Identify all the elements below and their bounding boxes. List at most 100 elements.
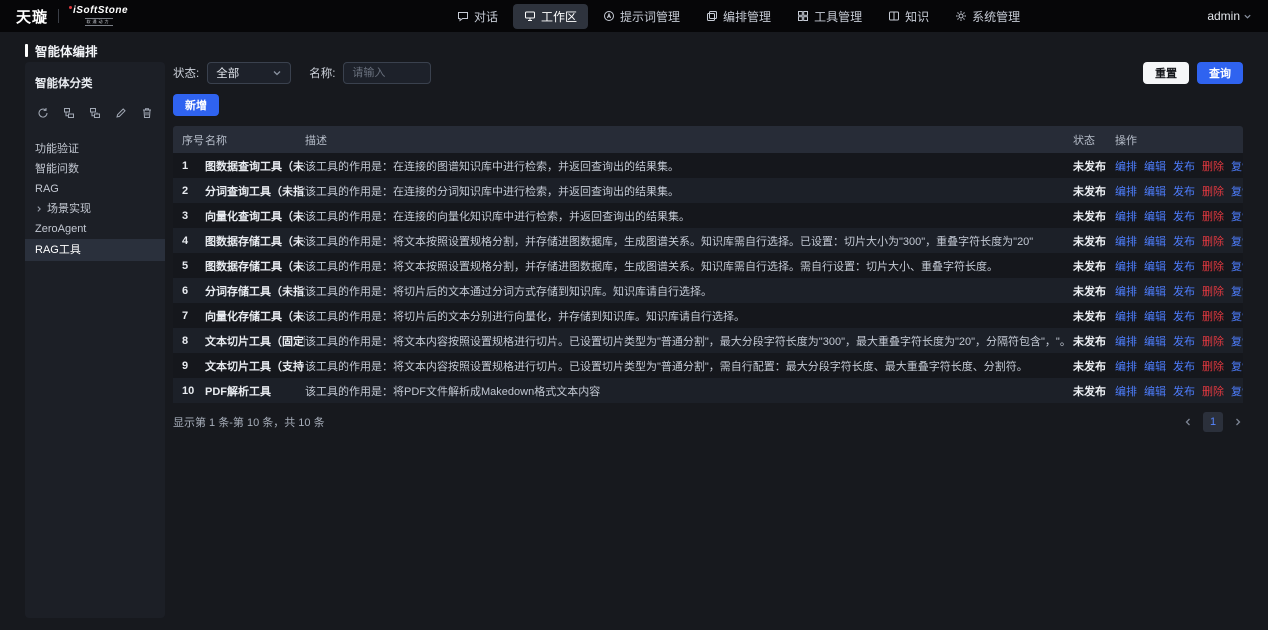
action-编排[interactable]: 编排	[1115, 283, 1137, 299]
table-row: 3向量化查询工具（未指定..该工具的作用是：在连接的向量化知识库中进行检索，并返…	[173, 203, 1243, 228]
action-复制[interactable]: 复制	[1231, 183, 1243, 199]
add-button[interactable]: 新增	[173, 94, 219, 116]
category-panel-title: 智能体分类	[35, 75, 155, 91]
cell-actions: 编排编辑发布删除复制	[1115, 258, 1243, 274]
action-编辑[interactable]: 编辑	[1144, 358, 1166, 374]
action-删除[interactable]: 删除	[1202, 258, 1224, 274]
action-编辑[interactable]: 编辑	[1144, 183, 1166, 199]
action-编排[interactable]: 编排	[1115, 233, 1137, 249]
action-复制[interactable]: 复制	[1231, 333, 1243, 349]
nav-item-knowledge[interactable]: 知识	[877, 4, 940, 29]
action-编辑[interactable]: 编辑	[1144, 258, 1166, 274]
delete-icon[interactable]	[141, 107, 153, 119]
action-发布[interactable]: 发布	[1173, 358, 1195, 374]
table-row: 4图数据存储工具（未指定..该工具的作用是：将文本按照设置规格分割，并存储进图数…	[173, 228, 1243, 253]
title-accent-bar	[25, 44, 28, 57]
action-编辑[interactable]: 编辑	[1144, 233, 1166, 249]
nav-item-tools[interactable]: 工具管理	[786, 4, 873, 29]
sidebar-item-label: 功能验证	[35, 139, 79, 159]
action-删除[interactable]: 删除	[1202, 383, 1224, 399]
action-复制[interactable]: 复制	[1231, 308, 1243, 324]
top-bar: 天璇 iSoftStone 软通动力 对话工作区提示词管理编排管理工具管理知识系…	[0, 0, 1268, 32]
pagination-summary: 显示第 1 条-第 10 条，共 10 条	[173, 414, 325, 430]
add-category-icon[interactable]	[63, 107, 75, 119]
action-编排[interactable]: 编排	[1115, 308, 1137, 324]
prev-page-icon[interactable]	[1183, 417, 1193, 427]
sidebar-item-RAG工具[interactable]: RAG工具	[25, 239, 165, 261]
action-复制[interactable]: 复制	[1231, 383, 1243, 399]
tools-icon	[797, 10, 809, 22]
name-filter-input[interactable]	[343, 62, 431, 84]
action-删除[interactable]: 删除	[1202, 183, 1224, 199]
action-编排[interactable]: 编排	[1115, 183, 1137, 199]
action-编排[interactable]: 编排	[1115, 258, 1137, 274]
category-sidebar: 智能体分类 功能验证智能问数RAG场景实现ZeroAgentRAG工具	[25, 62, 165, 618]
action-删除[interactable]: 删除	[1202, 283, 1224, 299]
action-复制[interactable]: 复制	[1231, 258, 1243, 274]
action-复制[interactable]: 复制	[1231, 283, 1243, 299]
reset-button[interactable]: 重置	[1143, 62, 1189, 84]
cell-status: 未发布	[1073, 258, 1115, 274]
action-发布[interactable]: 发布	[1173, 183, 1195, 199]
action-编排[interactable]: 编排	[1115, 158, 1137, 174]
sidebar-item-ZeroAgent[interactable]: ZeroAgent	[35, 219, 155, 239]
cell-name: 图数据存储工具（未指定..	[205, 258, 305, 274]
sidebar-item-场景实现[interactable]: 场景实现	[35, 199, 155, 219]
action-删除[interactable]: 删除	[1202, 333, 1224, 349]
nav-item-workspace[interactable]: 工作区	[513, 4, 588, 29]
sidebar-item-功能验证[interactable]: 功能验证	[35, 139, 155, 159]
edit-icon[interactable]	[115, 107, 127, 119]
action-编排[interactable]: 编排	[1115, 358, 1137, 374]
table-header-row: 序号 名称 描述 状态 操作	[173, 126, 1243, 153]
action-删除[interactable]: 删除	[1202, 358, 1224, 374]
cell-no: 5	[173, 260, 205, 272]
action-编辑[interactable]: 编辑	[1144, 283, 1166, 299]
action-删除[interactable]: 删除	[1202, 158, 1224, 174]
cell-status: 未发布	[1073, 233, 1115, 249]
action-发布[interactable]: 发布	[1173, 383, 1195, 399]
user-menu[interactable]: admin	[1207, 9, 1252, 23]
action-编辑[interactable]: 编辑	[1144, 208, 1166, 224]
table-row: 10PDF解析工具该工具的作用是：将PDF文件解析成Makedown格式文本内容…	[173, 378, 1243, 403]
cell-name: 图数据存储工具（未指定..	[205, 233, 305, 249]
action-编排[interactable]: 编排	[1115, 208, 1137, 224]
action-发布[interactable]: 发布	[1173, 308, 1195, 324]
cell-actions: 编排编辑发布删除复制	[1115, 183, 1243, 199]
refresh-icon[interactable]	[37, 107, 49, 119]
action-发布[interactable]: 发布	[1173, 283, 1195, 299]
action-发布[interactable]: 发布	[1173, 333, 1195, 349]
action-删除[interactable]: 删除	[1202, 233, 1224, 249]
action-发布[interactable]: 发布	[1173, 158, 1195, 174]
table-row: 7向量化存储工具（未指定..该工具的作用是：将切片后的文本分别进行向量化，并存储…	[173, 303, 1243, 328]
status-select[interactable]: 全部	[207, 62, 291, 84]
add-subcategory-icon[interactable]	[89, 107, 101, 119]
action-复制[interactable]: 复制	[1231, 208, 1243, 224]
brand-divider	[58, 9, 59, 23]
cell-no: 2	[173, 185, 205, 197]
action-发布[interactable]: 发布	[1173, 208, 1195, 224]
action-删除[interactable]: 删除	[1202, 208, 1224, 224]
action-发布[interactable]: 发布	[1173, 233, 1195, 249]
nav-item-prompt[interactable]: 提示词管理	[592, 4, 691, 29]
action-编辑[interactable]: 编辑	[1144, 333, 1166, 349]
action-删除[interactable]: 删除	[1202, 308, 1224, 324]
action-编辑[interactable]: 编辑	[1144, 158, 1166, 174]
action-复制[interactable]: 复制	[1231, 358, 1243, 374]
action-编辑[interactable]: 编辑	[1144, 308, 1166, 324]
nav-item-chat[interactable]: 对话	[446, 4, 509, 29]
next-page-icon[interactable]	[1233, 417, 1243, 427]
nav-item-gear[interactable]: 系统管理	[944, 4, 1031, 29]
action-复制[interactable]: 复制	[1231, 158, 1243, 174]
action-编排[interactable]: 编排	[1115, 333, 1137, 349]
action-复制[interactable]: 复制	[1231, 233, 1243, 249]
cell-actions: 编排编辑发布删除复制	[1115, 233, 1243, 249]
action-发布[interactable]: 发布	[1173, 258, 1195, 274]
action-编辑[interactable]: 编辑	[1144, 383, 1166, 399]
nav-item-orchestration[interactable]: 编排管理	[695, 4, 782, 29]
sidebar-item-智能问数[interactable]: 智能问数	[35, 159, 155, 179]
action-编排[interactable]: 编排	[1115, 383, 1137, 399]
page-number[interactable]: 1	[1203, 412, 1223, 432]
sidebar-item-RAG[interactable]: RAG	[35, 179, 155, 199]
search-button[interactable]: 查询	[1197, 62, 1243, 84]
cell-status: 未发布	[1073, 333, 1115, 349]
